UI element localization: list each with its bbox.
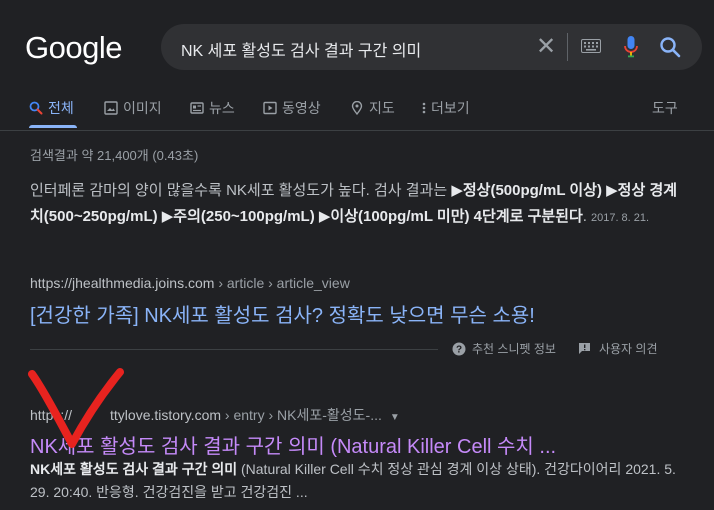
red-checkmark-annotation (28, 368, 124, 448)
tab-label: 더보기 (431, 100, 470, 116)
result-stats: 검색결과 약 21,400개 (0.43초) (30, 148, 199, 163)
search-input[interactable]: NK 세포 활성도 검사 결과 구간 의미 (181, 37, 421, 61)
featured-snippet-text: 인터페론 감마의 양이 많을수록 NK세포 활성도가 높다. 검사 결과는 ▶정… (30, 178, 678, 231)
news-icon (190, 102, 204, 114)
tab-label: 지도 (369, 100, 395, 116)
tab-more[interactable]: 더보기 (422, 98, 470, 118)
tab-label: 뉴스 (209, 100, 235, 116)
tab-news[interactable]: 뉴스 (190, 98, 235, 118)
cite-domain-rest: ttylove.tistory.com (110, 407, 222, 423)
snippet-end-text: . (582, 208, 587, 225)
snippet-date: 2017. 8. 21. (590, 212, 650, 224)
keyboard-icon[interactable] (581, 39, 601, 53)
tab-maps[interactable]: 지도 (350, 98, 395, 118)
featured-snippet-divider (30, 349, 438, 350)
close-icon[interactable]: ✕ (533, 34, 559, 60)
search-bar[interactable]: NK 세포 활성도 검사 결과 구간 의미 ✕ (161, 24, 702, 70)
help-icon: ? (452, 342, 466, 355)
cite-path: › article › article_view (214, 275, 350, 291)
search-icon[interactable] (659, 36, 681, 58)
tab-images[interactable]: 이미지 (104, 98, 162, 118)
featured-cite[interactable]: https://jhealthmedia.joins.com › article… (30, 275, 350, 291)
tabs-divider (0, 130, 714, 131)
cite-path: › entry › NK세포-활성도-... (221, 407, 382, 423)
tab-label: 전체 (48, 100, 74, 116)
video-icon (263, 101, 277, 115)
feedback-label: 사용자 의견 (598, 342, 658, 356)
feedback-icon (578, 343, 590, 354)
featured-snippet-footer: ? 추천 스니펫 정보 사용자 의견 (452, 340, 658, 357)
cite-domain: https://jhealthmedia.joins.com (30, 275, 215, 291)
search-tabs: 전체 이미지 뉴스 동영상 지도 더보기 도구 (0, 92, 714, 130)
mic-icon[interactable] (623, 35, 639, 59)
tab-all[interactable]: 전체 (29, 98, 74, 118)
search-bar-divider (567, 33, 568, 61)
chevron-down-icon[interactable]: ▼ (390, 412, 400, 423)
more-vert-icon (422, 102, 426, 114)
snippet-plain-text: 인터페론 감마의 양이 많을수록 NK세포 활성도가 높다. 검사 결과는 (30, 182, 452, 199)
result2-snippet: NK세포 활성도 검사 결과 구간 의미 (Natural Killer Cel… (30, 458, 678, 504)
tab-label: 도구 (652, 100, 678, 116)
feedback-link[interactable]: 사용자 의견 (578, 340, 658, 357)
image-icon (104, 101, 118, 115)
featured-result-title-link[interactable]: [건강한 가족] NK세포 활성도 검사? 정확도 낮으면 무슨 소용! (30, 299, 535, 328)
about-featured-snippets-link[interactable]: ? 추천 스니펫 정보 (452, 340, 556, 357)
map-pin-icon (351, 101, 363, 115)
about-label: 추천 스니펫 정보 (472, 342, 556, 356)
tab-label: 이미지 (123, 100, 162, 116)
tab-videos[interactable]: 동영상 (263, 98, 321, 118)
svg-text:?: ? (456, 344, 462, 355)
search-icon (29, 101, 43, 115)
active-tab-indicator (29, 125, 77, 128)
google-logo[interactable]: Google (25, 30, 122, 66)
snippet-bold-text: NK세포 활성도 검사 결과 구간 의미 (30, 461, 238, 477)
tab-label: 동영상 (282, 100, 321, 116)
tab-tools[interactable]: 도구 (652, 98, 678, 118)
